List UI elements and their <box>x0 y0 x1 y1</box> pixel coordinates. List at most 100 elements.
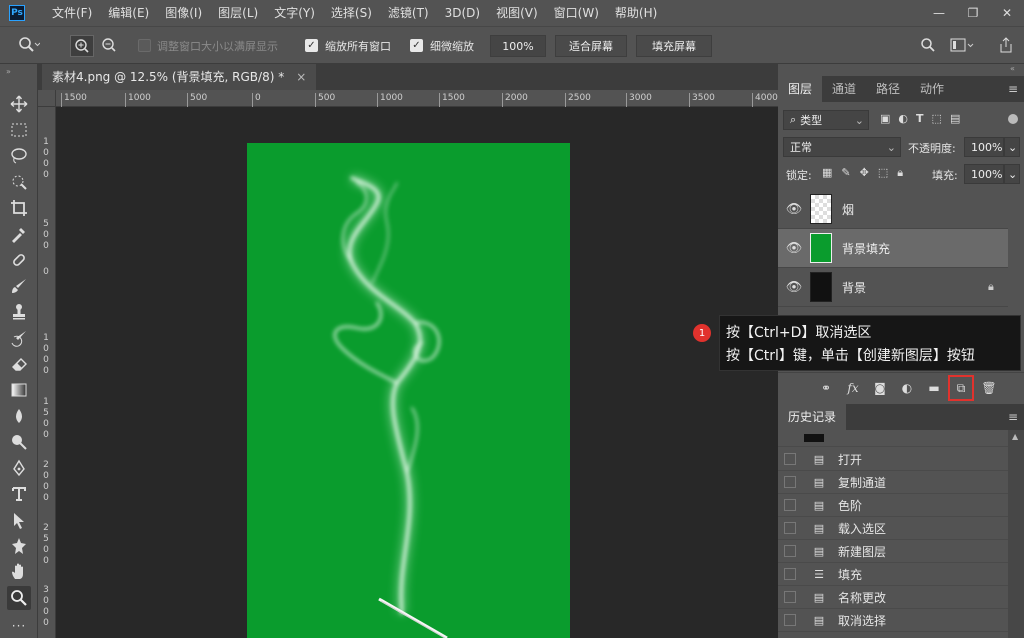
zoom-tool-icon[interactable] <box>7 586 31 610</box>
pixel-filter-icon[interactable]: ▣ <box>880 112 890 125</box>
lasso-tool-icon[interactable] <box>7 144 31 168</box>
zoom-all-checkbox[interactable]: ✓ <box>305 39 318 52</box>
history-item[interactable]: ▤ 打开 <box>778 448 1008 471</box>
zoom-out-icon[interactable] <box>98 35 122 57</box>
collapse-tools-icon[interactable]: » <box>6 67 11 76</box>
layer-row-smoke[interactable]: 👁︎ 烟 <box>778 190 1008 229</box>
smart-object-filter-icon[interactable]: ▤ <box>950 112 960 125</box>
move-tool-icon[interactable] <box>7 92 31 116</box>
zoom-in-icon[interactable] <box>70 35 94 57</box>
eye-icon[interactable]: 👁︎ <box>778 202 810 217</box>
marquee-tool-icon[interactable] <box>7 118 31 142</box>
history-item[interactable]: ▤ 载入选区 <box>778 517 1008 540</box>
fit-screen-button[interactable]: 适合屏幕 <box>555 35 627 57</box>
menu-select[interactable]: 选择(S) <box>323 0 380 26</box>
menu-filter[interactable]: 滤镜(T) <box>380 0 437 26</box>
scrubby-zoom-checkbox[interactable]: ✓ <box>410 39 423 52</box>
eye-icon[interactable]: 👁︎ <box>778 280 810 295</box>
more-tools-icon[interactable]: ··· <box>7 614 31 638</box>
history-scrollbar[interactable]: ▲ <box>1008 430 1024 638</box>
history-brush-source-checkbox[interactable] <box>784 499 796 511</box>
restore-button[interactable]: ❐ <box>956 0 990 26</box>
new-group-icon[interactable]: ▬ <box>924 378 944 398</box>
minimize-button[interactable]: — <box>922 0 956 26</box>
menu-layer[interactable]: 图层(L) <box>210 0 266 26</box>
tab-channels[interactable]: 通道 <box>822 76 866 102</box>
search-icon[interactable] <box>920 37 936 56</box>
layer-row-background-fill[interactable]: 👁︎ 背景填充 <box>778 229 1008 268</box>
healing-brush-tool-icon[interactable] <box>7 248 31 272</box>
lock-transparent-icon[interactable]: ▦ <box>822 166 832 180</box>
new-layer-icon[interactable]: ⧉ <box>948 375 974 401</box>
ruler-origin[interactable] <box>38 90 56 107</box>
layer-row-background[interactable]: 👁︎ 背景 🔒︎ <box>778 268 1008 307</box>
adjustment-filter-icon[interactable]: ◐ <box>898 112 908 125</box>
layer-filter-select[interactable]: ⌕ 类型 ⌄ <box>783 110 869 130</box>
dodge-tool-icon[interactable] <box>7 430 31 454</box>
menu-edit[interactable]: 编辑(E) <box>100 0 157 26</box>
canvas-area[interactable] <box>56 107 778 638</box>
history-item[interactable]: ☰ 填充 <box>778 563 1008 586</box>
history-snapshot-row[interactable] <box>778 430 1008 447</box>
close-tab-icon[interactable]: × <box>296 64 306 90</box>
vertical-ruler[interactable]: 1000 500 0 500 1000 1500 2000 2500 3000 <box>38 107 56 638</box>
lock-artboard-icon[interactable]: ⬚ <box>878 166 888 180</box>
adjustment-layer-icon[interactable]: ◐ <box>897 378 917 398</box>
history-item[interactable]: ▤ 名称更改 <box>778 586 1008 609</box>
lock-all-icon[interactable]: 🔒︎ <box>897 166 903 180</box>
share-icon[interactable] <box>998 36 1014 57</box>
chevron-down-icon[interactable]: ⌄ <box>1004 164 1020 184</box>
document-tab[interactable]: 素材4.png @ 12.5% (背景填充, RGB/8) * × <box>42 64 317 90</box>
zoom-tool-icon[interactable] <box>18 36 41 57</box>
menu-view[interactable]: 视图(V) <box>488 0 546 26</box>
menu-type[interactable]: 文字(Y) <box>266 0 323 26</box>
history-brush-source-checkbox[interactable] <box>784 568 796 580</box>
blend-mode-select[interactable]: 正常 ⌄ <box>783 137 901 157</box>
clone-stamp-tool-icon[interactable] <box>7 300 31 324</box>
type-tool-icon[interactable] <box>7 482 31 506</box>
custom-shape-tool-icon[interactable] <box>7 534 31 558</box>
history-brush-source-checkbox[interactable] <box>784 614 796 626</box>
opacity-input[interactable]: 100% <box>964 137 1004 157</box>
path-selection-tool-icon[interactable] <box>7 508 31 532</box>
zoom-value-field[interactable]: 100% <box>490 35 546 57</box>
lock-position-icon[interactable]: ✥ <box>860 166 869 180</box>
pen-tool-icon[interactable] <box>7 456 31 480</box>
history-item[interactable]: ▤ 复制通道 <box>778 471 1008 494</box>
menu-help[interactable]: 帮助(H) <box>607 0 665 26</box>
history-item[interactable]: ▤ 色阶 <box>778 494 1008 517</box>
history-item[interactable]: ▤ 新建图层 <box>778 540 1008 563</box>
workspace-icon[interactable] <box>950 37 974 56</box>
panel-menu-icon[interactable]: ≡ <box>1008 410 1018 424</box>
blur-tool-icon[interactable] <box>7 404 31 428</box>
history-brush-tool-icon[interactable] <box>7 326 31 350</box>
history-brush-source-checkbox[interactable] <box>784 453 796 465</box>
menu-window[interactable]: 窗口(W) <box>546 0 607 26</box>
crop-tool-icon[interactable] <box>7 196 31 220</box>
panel-menu-icon[interactable]: ≡ <box>1008 82 1018 96</box>
fx-icon[interactable]: fx <box>843 378 863 398</box>
tab-actions[interactable]: 动作 <box>910 76 954 102</box>
type-filter-icon[interactable]: T <box>916 112 924 125</box>
history-brush-source-checkbox[interactable] <box>784 522 796 534</box>
hand-tool-icon[interactable] <box>7 560 31 584</box>
menu-image[interactable]: 图像(I) <box>157 0 210 26</box>
document-canvas[interactable] <box>247 143 570 638</box>
delete-layer-icon[interactable]: 🗑︎ <box>979 378 999 398</box>
close-button[interactable]: ✕ <box>990 0 1024 26</box>
quick-select-tool-icon[interactable] <box>7 170 31 194</box>
gradient-tool-icon[interactable] <box>7 378 31 402</box>
scroll-up-icon[interactable]: ▲ <box>1012 432 1018 441</box>
chevron-down-icon[interactable]: ⌄ <box>1004 137 1020 157</box>
add-mask-icon[interactable]: ◙ <box>870 378 890 398</box>
history-item[interactable]: ▤ 取消选择 <box>778 609 1008 632</box>
tab-paths[interactable]: 路径 <box>866 76 910 102</box>
menu-file[interactable]: 文件(F) <box>44 0 100 26</box>
lock-pixels-icon[interactable]: ✎ <box>841 166 850 180</box>
fill-input[interactable]: 100% <box>964 164 1004 184</box>
history-brush-source-checkbox[interactable] <box>784 476 796 488</box>
shape-filter-icon[interactable]: ⬚ <box>932 112 942 125</box>
fill-screen-button[interactable]: 填充屏幕 <box>636 35 712 57</box>
history-brush-source-checkbox[interactable] <box>784 591 796 603</box>
menu-3d[interactable]: 3D(D) <box>437 0 488 26</box>
